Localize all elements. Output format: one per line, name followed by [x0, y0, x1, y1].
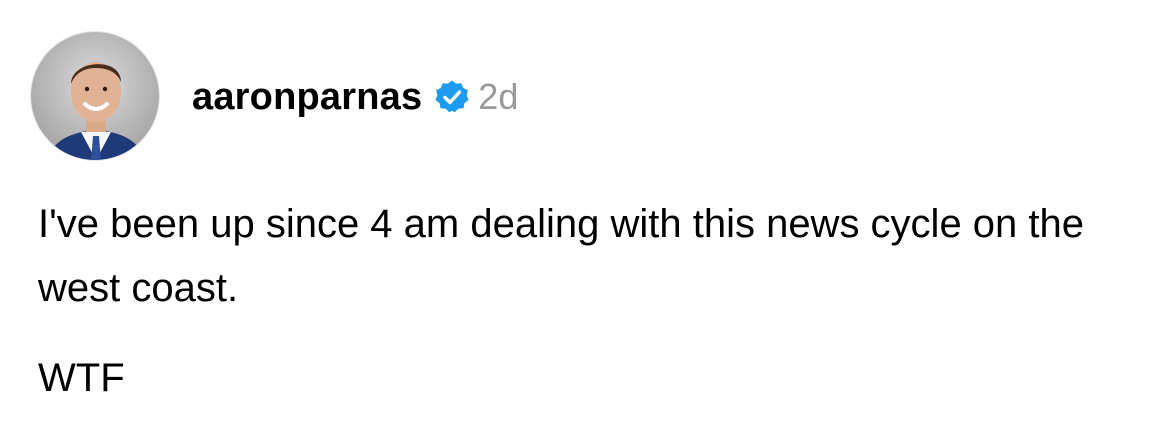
avatar-image [31, 32, 159, 160]
avatar[interactable] [30, 31, 160, 161]
post-body: I've been up since 4 am dealing with thi… [38, 192, 1138, 410]
post-text-paragraph-1: I've been up since 4 am dealing with thi… [38, 202, 1085, 310]
post-timestamp[interactable]: 2d [478, 76, 518, 118]
username-link[interactable]: aaronparnas [192, 76, 422, 119]
verified-badge-icon [434, 79, 470, 115]
post-text-paragraph-2: WTF [38, 356, 125, 400]
post-header: aaronparnas 2d [192, 74, 518, 120]
